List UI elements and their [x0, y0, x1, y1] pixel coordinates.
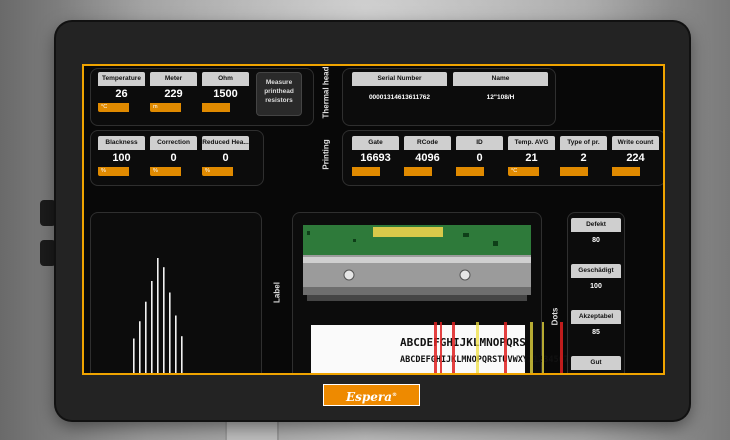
akzeptabel-value: 85 [592, 329, 600, 336]
histogram-panel [90, 212, 262, 373]
meter-tile: Meter 229 m [150, 72, 197, 118]
write-count-bar [612, 167, 641, 176]
write-count-tile: Write count 224 [612, 136, 659, 182]
defekt-value: 80 [592, 237, 600, 244]
type-of-pr-label: Type of pr. [560, 136, 607, 150]
histogram-bar [175, 315, 177, 373]
measure-button-line3: resistors [265, 97, 293, 104]
measure-button-line1: Measure [265, 79, 293, 86]
reduced-heat-unit: % [202, 167, 234, 176]
histogram-bar [139, 321, 141, 373]
name-tile: Name 12"108/H [453, 72, 548, 118]
dots-section-label: Dots [550, 307, 560, 326]
temp-avg-value: 21 [525, 152, 538, 164]
defekt-tile: Defekt 80 [571, 218, 621, 250]
gut-tile: Gut [571, 356, 621, 370]
write-count-label: Write count [612, 136, 659, 150]
rcode-bar [404, 167, 433, 176]
write-count-value: 224 [626, 152, 645, 164]
gate-value: 16693 [360, 152, 391, 164]
histogram-bar [145, 301, 147, 373]
printing-section-label: Printing [321, 139, 331, 170]
blackness-value: 100 [112, 152, 131, 164]
gate-tile: Gate 16693 [352, 136, 399, 182]
blackness-label: Blackness [98, 136, 145, 150]
rcode-tile: RCode 4096 [404, 136, 451, 182]
id-value: 0 [476, 152, 483, 164]
ohm-label: Ohm [202, 72, 249, 86]
type-of-pr-bar [560, 167, 589, 176]
ohm-value: 1500 [213, 88, 238, 100]
rcode-value: 4096 [415, 152, 440, 164]
temp-avg-tile: Temp. AVG 21 °C [508, 136, 555, 182]
defekt-label: Defekt [571, 218, 621, 232]
histogram-bar [169, 292, 171, 373]
id-tile: ID 0 [456, 136, 503, 182]
temperature-tile: Temperature 26 °C [98, 72, 145, 118]
ohm-bar [202, 103, 231, 112]
reduced-heat-value: 0 [222, 152, 229, 164]
geschadigt-tile: Geschädigt 100 [571, 264, 621, 296]
serial-number-tile: Serial Number 00001314613611762 [352, 72, 447, 118]
reduced-heat-tile: Reduced Hea... 0 % [202, 136, 249, 182]
type-of-pr-tile: Type of pr. 2 [560, 136, 607, 182]
id-label: ID [456, 136, 503, 150]
label-section-label: Label [272, 282, 282, 303]
geschadigt-label: Geschädigt [571, 264, 621, 278]
ohm-tile: Ohm 1500 [202, 72, 249, 118]
rcode-label: RCode [404, 136, 451, 150]
id-bar [456, 167, 485, 176]
correction-label: Correction [150, 136, 197, 150]
histogram-bar [163, 267, 165, 373]
temperature-unit: °C [98, 103, 130, 112]
serial-number-label: Serial Number [352, 72, 447, 86]
meter-unit: m [150, 103, 182, 112]
logo-text: Espera [345, 390, 393, 404]
blackness-unit: % [98, 167, 130, 176]
temp-avg-unit: °C [508, 167, 540, 176]
histogram-bar [181, 336, 183, 373]
temp-avg-label: Temp. AVG [508, 136, 555, 150]
meter-value: 229 [164, 88, 183, 100]
histogram-bar [133, 338, 135, 373]
akzeptabel-tile: Akzeptabel 85 [571, 310, 621, 342]
histogram [133, 258, 183, 373]
measure-button-line2: printhead [264, 88, 294, 95]
correction-tile: Correction 0 % [150, 136, 197, 182]
histogram-bar [157, 258, 159, 373]
side-knob-bottom [40, 240, 56, 266]
blackness-tile: Blackness 100 % [98, 136, 145, 182]
measure-printhead-resistors-button[interactable]: Measure printhead resistors [256, 72, 302, 116]
geschadigt-value: 100 [590, 283, 602, 290]
name-label: Name [453, 72, 548, 86]
correction-unit: % [150, 167, 182, 176]
thermal-head-section-label: Thermal head [321, 66, 331, 119]
temperature-label: Temperature [98, 72, 145, 86]
side-knob-top [40, 200, 56, 226]
espera-logo: Espera® [323, 384, 420, 406]
meter-label: Meter [150, 72, 197, 86]
gut-label: Gut [571, 356, 621, 370]
type-of-pr-value: 2 [580, 152, 587, 164]
registered-mark: ® [392, 392, 398, 398]
reduced-heat-label: Reduced Hea... [202, 136, 249, 150]
correction-value: 0 [170, 152, 177, 164]
serial-number-value: 00001314613611762 [368, 94, 431, 101]
gate-label: Gate [352, 136, 399, 150]
akzeptabel-label: Akzeptabel [571, 310, 621, 324]
screen: Temperature 26 °C Meter 229 m Ohm 1500 M… [82, 64, 665, 375]
histogram-bar [151, 281, 153, 373]
temperature-value: 26 [115, 88, 128, 100]
name-value: 12"108/H [486, 94, 515, 101]
gate-bar [352, 167, 381, 176]
